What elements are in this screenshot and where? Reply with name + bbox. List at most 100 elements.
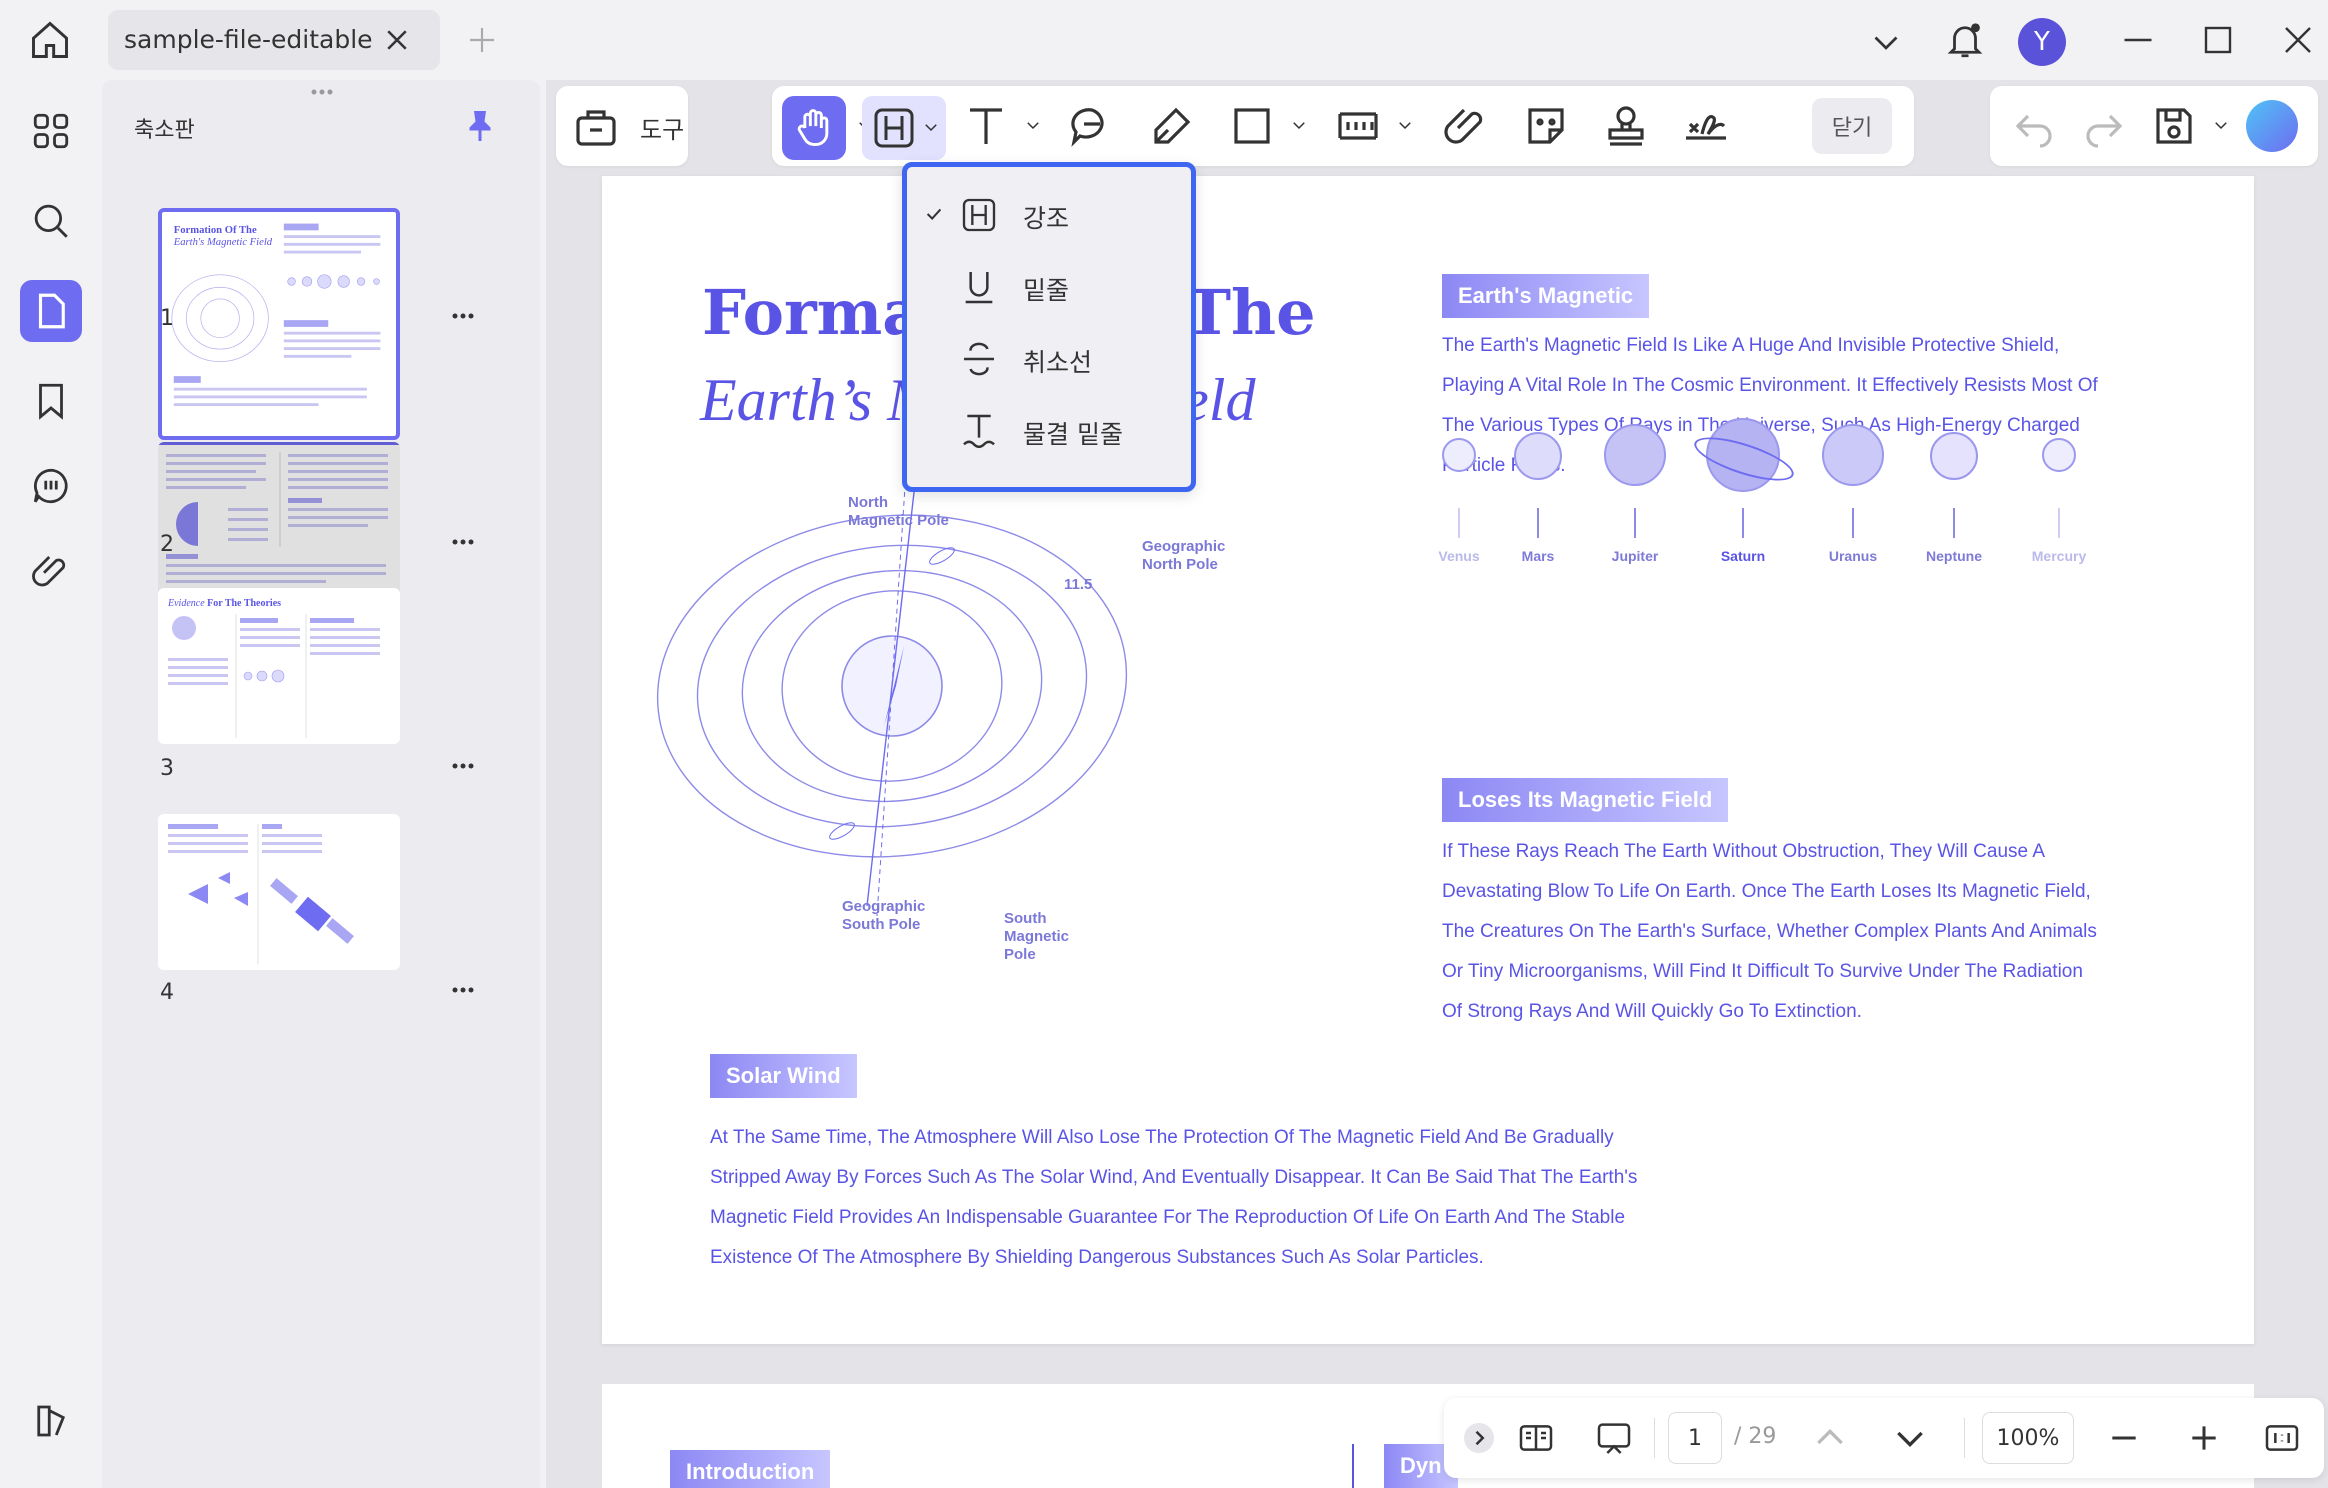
menu-item-label: 밑줄: [1023, 276, 1070, 305]
save-caret-icon[interactable]: [2212, 116, 2230, 134]
close-tab-icon[interactable]: [382, 25, 412, 55]
actual-size-icon[interactable]: [2262, 1418, 2302, 1458]
save-icon[interactable]: [2150, 102, 2198, 150]
document-tab[interactable]: sample-file-editable: [108, 10, 440, 70]
next-page-icon[interactable]: [1890, 1418, 1930, 1458]
maximize-icon[interactable]: [2200, 22, 2236, 58]
thumb1-title-line2: Earth's Magnetic Field: [173, 237, 273, 248]
page-thumbnail-4[interactable]: [158, 814, 400, 970]
thumb3-title-b: For The Theories: [207, 598, 281, 609]
chevron-down-icon[interactable]: [1868, 24, 1904, 60]
page-number-1: 1: [160, 306, 174, 331]
signature-icon[interactable]: [1682, 102, 1730, 150]
section-heading-introduction: Introduction: [670, 1450, 831, 1488]
hand-tool-icon[interactable]: [782, 96, 846, 160]
thumbnails-page-icon[interactable]: [20, 280, 82, 342]
page-layout-icon[interactable]: [1516, 1418, 1556, 1458]
highlight-h-icon: [959, 195, 999, 235]
highlight-type-menu: 강조 밑줄 취소선 물결 밑줄: [902, 162, 1196, 492]
section-heading-magnetic: Earth's Magnetic: [1442, 274, 1650, 318]
separator: [1654, 1418, 1655, 1458]
highlight-tool-button[interactable]: [862, 96, 946, 160]
planet-line: [1953, 508, 1955, 538]
shape-tool-icon[interactable]: [1228, 102, 1276, 150]
menu-item-highlight[interactable]: 강조: [907, 179, 1191, 251]
more-options-icon[interactable]: [448, 532, 478, 552]
more-options-icon[interactable]: [448, 756, 478, 776]
pin-icon[interactable]: [462, 108, 498, 144]
more-options-icon[interactable]: [448, 980, 478, 1000]
history-group: [1990, 86, 2318, 166]
page-thumbnail-1[interactable]: Formation Of The Earth's Magnetic Field: [158, 208, 400, 440]
redo-icon[interactable]: [2080, 102, 2128, 150]
undo-icon[interactable]: [2010, 102, 2058, 150]
expand-bar-icon[interactable]: [1464, 1423, 1494, 1453]
attachment-icon[interactable]: [20, 540, 82, 602]
svg-text:Evidence For The Theories: Evidence For The Theories: [167, 598, 281, 609]
planet-label: Mars: [1521, 548, 1555, 564]
sticker-icon[interactable]: [1522, 102, 1570, 150]
layers-icon[interactable]: [20, 1390, 82, 1452]
checkmark-icon: [923, 203, 945, 225]
zoom-in-icon[interactable]: [2184, 1418, 2224, 1458]
planet-label: Saturn: [1720, 548, 1766, 564]
planet-line: [1742, 508, 1744, 538]
minimize-icon[interactable]: [2120, 22, 2156, 58]
page-thumbnail-2[interactable]: [158, 442, 400, 600]
column-divider: [1352, 1444, 1354, 1488]
comment-tool-icon[interactable]: [1068, 102, 1116, 150]
planet-jupiter: [1604, 424, 1666, 486]
attach-file-icon[interactable]: [1442, 102, 1490, 150]
highlight-caret-icon[interactable]: [922, 118, 940, 136]
menu-item-label: 물결 밑줄: [1023, 420, 1123, 449]
stamp-icon[interactable]: [1602, 102, 1650, 150]
current-page-input[interactable]: 1: [1668, 1412, 1722, 1464]
planet-mars: [1514, 432, 1562, 480]
planet-row: Venus Mars Jupiter Saturn Uranus Neptune…: [1438, 418, 2086, 592]
zoom-level[interactable]: 100%: [1982, 1412, 2074, 1464]
presentation-icon[interactable]: [1594, 1418, 1634, 1458]
text-tool-icon[interactable]: [962, 102, 1010, 150]
previous-page-icon[interactable]: [1810, 1418, 1850, 1458]
menu-item-squiggly[interactable]: 물결 밑줄: [907, 395, 1191, 467]
shape-caret-icon[interactable]: [1290, 116, 1308, 134]
page-number-2: 2: [160, 532, 174, 557]
measure-tool-icon[interactable]: [1334, 102, 1382, 150]
geographic-north-pole-label: Geographic North Pole: [1142, 538, 1226, 573]
geographic-south-pole-label: Geographic South Pole: [842, 898, 926, 933]
search-icon[interactable]: [20, 190, 82, 252]
menu-item-underline[interactable]: 밑줄: [907, 251, 1191, 323]
pen-tool-icon[interactable]: [1148, 102, 1196, 150]
text-caret-icon[interactable]: [1024, 116, 1042, 134]
planet-mercury: [2042, 438, 2076, 472]
window-close-icon[interactable]: [2280, 22, 2316, 58]
more-options-icon[interactable]: [448, 306, 478, 326]
user-avatar[interactable]: Y: [2018, 18, 2066, 66]
grid-view-icon[interactable]: [20, 100, 82, 162]
planet-label: Jupiter: [1611, 548, 1659, 564]
panel-resize-grip[interactable]: [302, 84, 342, 98]
document-area: 도구 닫기 Formation The Earth’s North Magnet…: [546, 80, 2328, 1488]
notification-bell-icon[interactable]: [1944, 18, 1986, 62]
menu-item-strikethrough[interactable]: 취소선: [907, 323, 1191, 395]
measure-caret-icon[interactable]: [1396, 116, 1414, 134]
zoom-out-icon[interactable]: [2104, 1418, 2144, 1458]
annotation-toolbar: 도구 닫기: [546, 80, 2328, 176]
ai-assistant-icon[interactable]: [2246, 100, 2298, 152]
page-thumbnail-3[interactable]: Evidence For The Theories: [158, 588, 400, 744]
tab-title: sample-file-editable: [124, 25, 373, 54]
planet-neptune: [1930, 432, 1978, 480]
thumb1-title-line1: Formation Of The: [174, 225, 257, 236]
tools-group[interactable]: 도구: [556, 86, 688, 166]
planet-label: Venus: [1438, 548, 1480, 564]
new-tab-plus-icon[interactable]: [466, 24, 498, 56]
bookmark-icon[interactable]: [20, 370, 82, 432]
toolbox-icon[interactable]: [572, 102, 620, 150]
left-rail: [0, 80, 100, 1488]
close-toolbar-button[interactable]: 닫기: [1812, 98, 1892, 154]
planet-label: Mercury: [2031, 548, 2087, 564]
planet-label: Uranus: [1828, 548, 1878, 564]
comments-icon[interactable]: [20, 455, 82, 517]
home-icon[interactable]: [28, 18, 72, 62]
north-magnetic-pole-label: North Magnetic Pole: [848, 494, 949, 529]
